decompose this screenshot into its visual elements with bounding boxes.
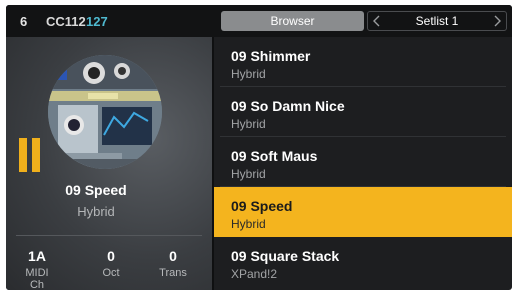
preset-list-item[interactable]: 09 Square Stack XPand!2 [214, 237, 512, 290]
param-value: 0 [107, 248, 115, 264]
param-label: Oct [102, 267, 120, 279]
param-oct[interactable]: 0 Oct [94, 248, 128, 279]
screen: 6 CC112 127 Browser Setlist 1 09 Speed H… [6, 5, 512, 290]
instrument-thumbnail [48, 55, 162, 169]
current-preset-name: 09 Speed [65, 182, 127, 198]
param-label: Trans [159, 267, 187, 279]
preset-type: Hybrid [231, 167, 266, 181]
param-trans[interactable]: 0 Trans [153, 248, 193, 279]
cc-label: CC112 [46, 14, 86, 29]
browser-button[interactable]: Browser [221, 11, 364, 31]
divider [16, 235, 202, 236]
preset-name: 09 So Damn Nice [231, 98, 345, 114]
param-value: 1A [28, 248, 46, 264]
preset-type: Hybrid [231, 217, 266, 231]
preset-name: 09 Shimmer [231, 48, 311, 64]
cc-value: 127 [86, 14, 108, 29]
pause-icon[interactable] [19, 138, 41, 172]
preset-name: 09 Square Stack [231, 248, 340, 264]
preset-name: 09 Speed [231, 198, 293, 214]
param-label: MIDI Ch [25, 267, 49, 290]
param-value: 0 [169, 248, 177, 264]
setlist-selector[interactable]: Setlist 1 [367, 11, 507, 31]
midi-channel-indicator: 6 [20, 14, 28, 29]
preset-type: Hybrid [231, 117, 266, 131]
chevron-right-icon[interactable] [492, 15, 502, 27]
setlist-label: Setlist 1 [415, 14, 459, 28]
preset-list: 09 Shimmer Hybrid 09 So Damn Nice Hybrid… [214, 37, 512, 290]
preset-type: XPand!2 [231, 267, 278, 281]
preset-list-item[interactable]: 09 Soft Maus Hybrid [214, 137, 512, 187]
top-bar: 6 CC112 127 Browser Setlist 1 [6, 5, 512, 37]
current-preset-panel: 09 Speed Hybrid 1A MIDI Ch 0 Oct 0 Trans [6, 37, 212, 290]
param-midi-ch[interactable]: 1A MIDI Ch [20, 248, 54, 290]
preset-name: 09 Soft Maus [231, 148, 318, 164]
preset-list-item-selected[interactable]: 09 Speed Hybrid [214, 187, 512, 237]
current-preset-type: Hybrid [77, 204, 115, 219]
preset-list-item[interactable]: 09 Shimmer Hybrid [214, 37, 512, 87]
preset-type: Hybrid [231, 67, 266, 81]
preset-list-item[interactable]: 09 So Damn Nice Hybrid [214, 87, 512, 137]
